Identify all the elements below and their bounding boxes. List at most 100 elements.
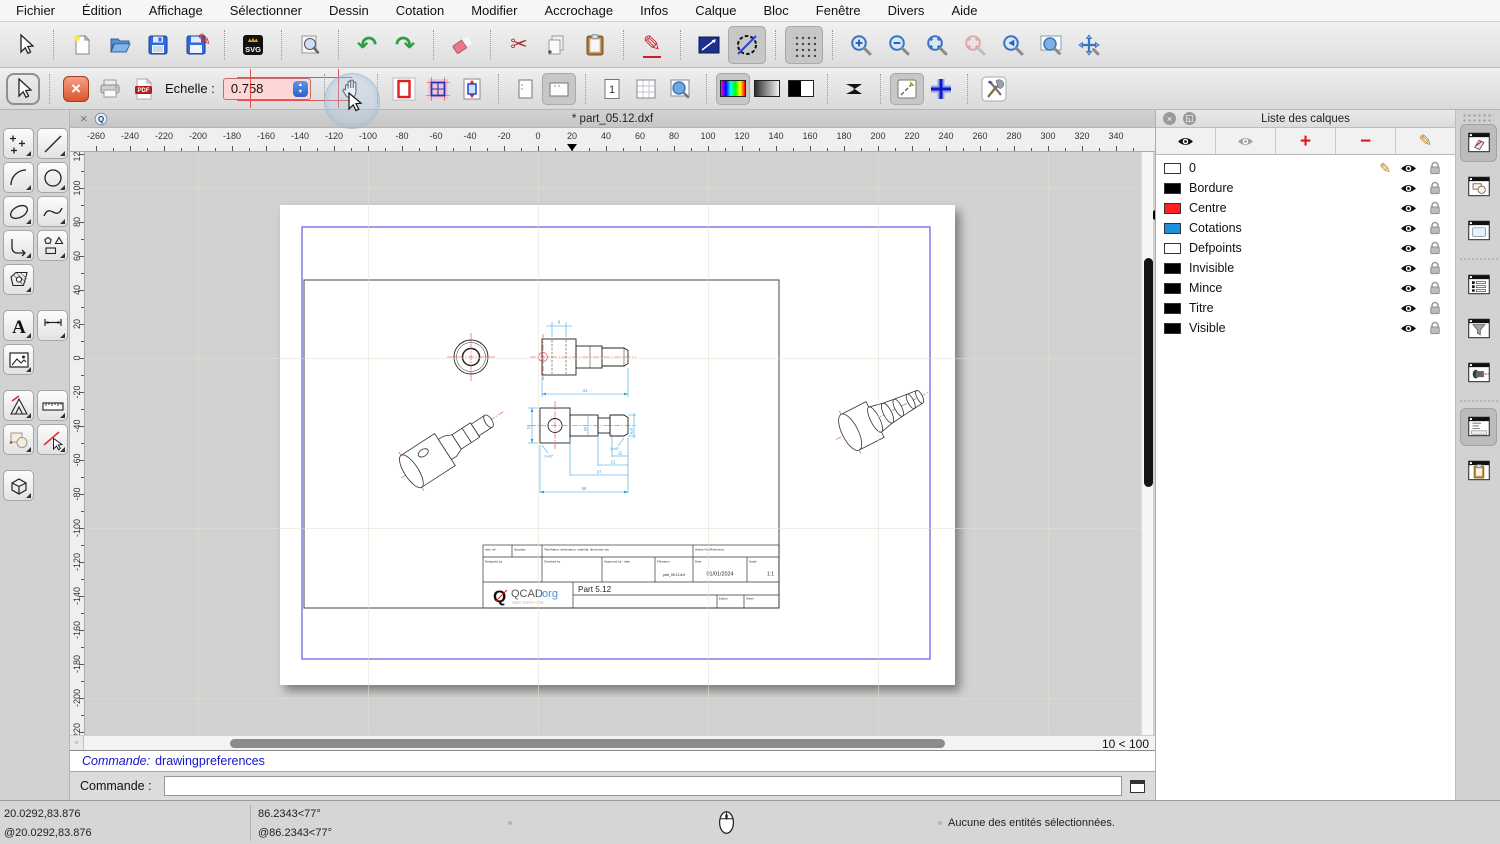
pdf-export-button[interactable]: PDF [127, 73, 161, 105]
shape-tools-button[interactable] [37, 230, 68, 261]
layer-row-visible[interactable]: Visible [1156, 318, 1455, 338]
menu-cotation[interactable]: Cotation [396, 3, 444, 18]
layer-visibility-icon[interactable] [1400, 262, 1417, 275]
menu-bloc[interactable]: Bloc [763, 3, 788, 18]
pan-button[interactable] [1070, 26, 1108, 64]
draft-tools-button[interactable] [3, 390, 34, 421]
draw-pencil-button[interactable]: ✎ [633, 26, 671, 64]
auto-zoom-button[interactable] [918, 26, 956, 64]
draft-mode-button[interactable] [890, 73, 924, 105]
layer-lock-icon[interactable] [1429, 301, 1441, 315]
add-layer-button[interactable]: + [1276, 128, 1336, 154]
horizontal-scrollbar[interactable]: ▫ 10 < 100 [70, 735, 1155, 750]
delete-button[interactable] [443, 26, 481, 64]
menu-infos[interactable]: Infos [640, 3, 668, 18]
block-list-panel-button[interactable] [1460, 168, 1497, 206]
layer-row-bordure[interactable]: Bordure [1156, 178, 1455, 198]
layer-row-0[interactable]: 0✎ [1156, 158, 1455, 178]
modify-tools-button[interactable] [37, 424, 68, 455]
layer-visibility-icon[interactable] [1400, 282, 1417, 295]
layer-list-panel-button[interactable] [1460, 124, 1497, 162]
blackwhite-mode-button[interactable] [784, 73, 818, 105]
grayscale-mode-button[interactable] [750, 73, 784, 105]
menu-dessin[interactable]: Dessin [329, 3, 369, 18]
arc-tool-button[interactable] [3, 162, 34, 193]
ellipse-tool-button[interactable] [3, 196, 34, 227]
scale-stepper[interactable]: ▲▼ [293, 81, 308, 97]
remove-layer-button[interactable]: − [1336, 128, 1396, 154]
layer-visibility-icon[interactable] [1400, 202, 1417, 215]
menu-edition[interactable]: Édition [82, 3, 122, 18]
crosshair-button[interactable] [924, 73, 958, 105]
grid-toggle-button[interactable] [785, 26, 823, 64]
multi-page-button[interactable] [629, 73, 663, 105]
layer-lock-icon[interactable] [1429, 201, 1441, 215]
layer-lock-icon[interactable] [1429, 161, 1441, 175]
menu-modifier[interactable]: Modifier [471, 3, 517, 18]
library-browser-panel-button[interactable] [1460, 266, 1497, 304]
menu-selectionner[interactable]: Sélectionner [230, 3, 302, 18]
view-list-panel-button[interactable] [1460, 212, 1497, 250]
circle-tool-button[interactable] [37, 162, 68, 193]
layer-row-cotations[interactable]: Cotations [1156, 218, 1455, 238]
layer-visibility-icon[interactable] [1400, 222, 1417, 235]
zoom-in-button[interactable] [842, 26, 880, 64]
vertical-scrollbar-thumb[interactable] [1144, 258, 1153, 487]
selection-tool-button[interactable] [6, 26, 44, 64]
construction-toggle-button[interactable] [728, 26, 766, 64]
fit-to-page-button[interactable] [455, 73, 489, 105]
layer-visibility-icon[interactable] [1400, 162, 1417, 175]
undo-button[interactable]: ↶ [348, 26, 386, 64]
point-tool-button[interactable] [3, 128, 34, 159]
command-detach-icon[interactable] [1130, 780, 1145, 793]
layer-lock-icon[interactable] [1429, 181, 1441, 195]
scale-input-box[interactable]: ▲▼ [223, 78, 311, 100]
new-drawing-button[interactable] [63, 26, 101, 64]
hide-all-layers-button[interactable] [1216, 128, 1276, 154]
selection-filter-panel-button[interactable] [1460, 310, 1497, 348]
hatch-tool-button[interactable] [3, 264, 34, 295]
zoom-window-button[interactable] [1032, 26, 1070, 64]
vertical-scrollbar[interactable] [1141, 152, 1153, 735]
layer-row-invisible[interactable]: Invisible [1156, 258, 1455, 278]
layer-visibility-icon[interactable] [1400, 302, 1417, 315]
landscape-orientation-button[interactable] [542, 73, 576, 105]
command-line-panel-button[interactable] [1460, 408, 1497, 446]
copy-button[interactable] [538, 26, 576, 64]
svg-export-button[interactable]: SVG [234, 26, 272, 64]
spline-tool-button[interactable] [37, 196, 68, 227]
menu-fichier[interactable]: Fichier [16, 3, 55, 18]
menu-fenetre[interactable]: Fenêtre [816, 3, 861, 18]
block-tools-button[interactable] [3, 424, 34, 455]
image-tool-button[interactable] [3, 344, 34, 375]
page-layout-button[interactable] [421, 73, 455, 105]
viewport-panel-button[interactable] [1460, 354, 1497, 392]
document-tab-title[interactable]: * part_05.12.dxf [70, 113, 1155, 125]
layer-lock-icon[interactable] [1429, 261, 1441, 275]
dimension-tools-button[interactable] [37, 310, 68, 341]
print-button[interactable] [93, 73, 127, 105]
layer-row-defpoints[interactable]: Defpoints [1156, 238, 1455, 258]
stepper-down-icon[interactable]: ▼ [298, 89, 303, 95]
measure-tools-button[interactable] [37, 390, 68, 421]
layer-visibility-icon[interactable] [1400, 242, 1417, 255]
line-tool-button[interactable] [37, 128, 68, 159]
command-input[interactable] [164, 776, 1122, 796]
redo-button[interactable]: ↷ [386, 26, 424, 64]
previous-view-button[interactable] [994, 26, 1032, 64]
layer-lock-icon[interactable] [1429, 241, 1441, 255]
close-drawing-button[interactable]: × [59, 73, 93, 105]
paste-button[interactable] [576, 26, 614, 64]
zoom-to-page-button[interactable] [663, 73, 697, 105]
panel-close-icon[interactable]: × [1163, 112, 1176, 125]
portrait-orientation-button[interactable] [508, 73, 542, 105]
layer-lock-icon[interactable] [1429, 281, 1441, 295]
save-as-button[interactable]: ✎ [177, 26, 215, 64]
text-tool-button[interactable]: A [3, 310, 34, 341]
menu-accrochage[interactable]: Accrochage [544, 3, 613, 18]
open-drawing-button[interactable] [101, 26, 139, 64]
panel-detach-icon[interactable]: ◱ [1183, 112, 1196, 125]
layer-visibility-icon[interactable] [1400, 182, 1417, 195]
zoom-out-button[interactable] [880, 26, 918, 64]
menu-divers[interactable]: Divers [888, 3, 925, 18]
